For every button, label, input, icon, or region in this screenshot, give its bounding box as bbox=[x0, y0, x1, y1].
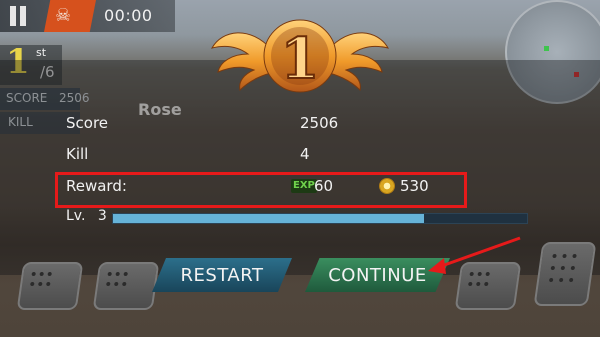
level-progress-fill bbox=[113, 214, 424, 223]
restart-button[interactable]: RESTART bbox=[152, 258, 292, 292]
kill-label: Kill bbox=[66, 145, 89, 163]
emblem-place: 1 bbox=[281, 26, 320, 92]
first-place-emblem: 1 bbox=[211, 19, 389, 93]
dice-icon[interactable] bbox=[454, 262, 522, 310]
reward-label: Reward: bbox=[66, 177, 127, 195]
continue-button[interactable]: CONTINUE bbox=[305, 258, 450, 292]
score-label: Score bbox=[66, 114, 109, 132]
coin-value: 530 bbox=[400, 177, 429, 195]
level-progress-bar bbox=[112, 213, 528, 224]
pause-icon[interactable] bbox=[8, 6, 28, 26]
rank-suffix: st bbox=[36, 46, 47, 59]
exp-icon: EXP bbox=[291, 179, 317, 193]
skull-icon: ☠ bbox=[55, 5, 72, 26]
score-value: 2506 bbox=[300, 114, 339, 132]
level-label: Lv. 3 bbox=[66, 208, 107, 224]
dice-icon[interactable] bbox=[92, 262, 160, 310]
dice-icon[interactable] bbox=[533, 242, 597, 306]
level-value: 3 bbox=[97, 208, 107, 224]
race-timer: 00:00 bbox=[104, 6, 153, 25]
dice-icon[interactable] bbox=[16, 262, 84, 310]
coin-icon bbox=[379, 178, 395, 194]
exp-value: 60 bbox=[314, 177, 334, 195]
player-name: Rose bbox=[138, 100, 182, 119]
level-prefix: Lv. bbox=[66, 208, 86, 224]
kill-value: 4 bbox=[300, 145, 310, 163]
minimap-player-marker bbox=[544, 46, 549, 51]
